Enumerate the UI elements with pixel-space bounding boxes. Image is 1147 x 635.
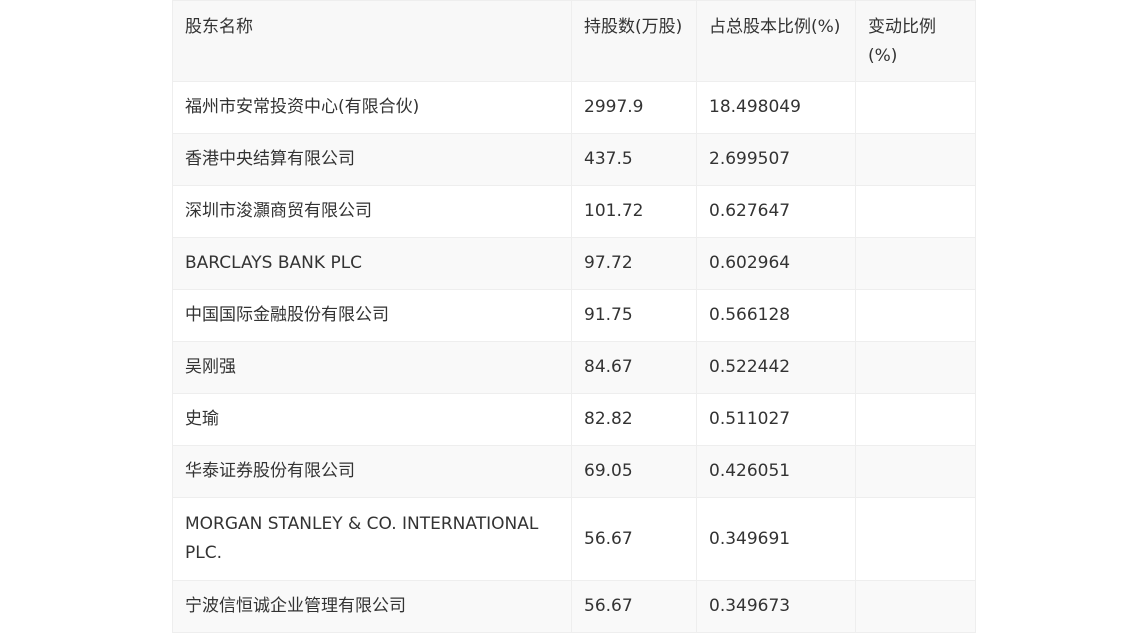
header-shareholder-name: 股东名称 [172,0,572,82]
cell-change-ratio [855,341,976,394]
cell-shareholder-name: 福州市安常投资中心(有限合伙) [172,81,572,134]
cell-change-ratio [855,289,976,342]
table-row: 史瑜 82.82 0.511027 [172,393,976,446]
cell-shareholder-name: 史瑜 [172,393,572,446]
cell-share-ratio: 2.699507 [696,133,856,186]
cell-shareholder-name: 深圳市浚灝商贸有限公司 [172,185,572,238]
cell-shares-held: 101.72 [571,185,697,238]
cell-change-ratio [855,497,976,581]
cell-share-ratio: 0.602964 [696,237,856,290]
table-row: 福州市安常投资中心(有限合伙) 2997.9 18.498049 [172,81,976,134]
cell-shareholder-name: MORGAN STANLEY & CO. INTERNATIONAL PLC. [172,497,572,581]
cell-shareholder-name: 华泰证券股份有限公司 [172,445,572,498]
cell-share-ratio: 0.566128 [696,289,856,342]
cell-change-ratio [855,393,976,446]
cell-shares-held: 91.75 [571,289,697,342]
cell-shares-held: 97.72 [571,237,697,290]
cell-change-ratio [855,580,976,633]
table-row: 吴刚强 84.67 0.522442 [172,341,976,394]
shareholder-table-container: 股东名称 持股数(万股) 占总股本比例(%) 变动比例(%) 福州市安常投资中心… [172,0,976,633]
cell-share-ratio: 0.426051 [696,445,856,498]
table-header-row: 股东名称 持股数(万股) 占总股本比例(%) 变动比例(%) [172,0,976,82]
shareholder-table: 股东名称 持股数(万股) 占总股本比例(%) 变动比例(%) 福州市安常投资中心… [172,0,976,633]
header-share-ratio: 占总股本比例(%) [696,0,856,82]
table-row: 深圳市浚灝商贸有限公司 101.72 0.627647 [172,185,976,238]
header-shares-held: 持股数(万股) [571,0,697,82]
table-row: 宁波信恒诚企业管理有限公司 56.67 0.349673 [172,580,976,633]
cell-shares-held: 56.67 [571,580,697,633]
cell-share-ratio: 0.522442 [696,341,856,394]
cell-shareholder-name: 中国国际金融股份有限公司 [172,289,572,342]
cell-change-ratio [855,185,976,238]
cell-share-ratio: 0.349691 [696,497,856,581]
table-row: 香港中央结算有限公司 437.5 2.699507 [172,133,976,186]
cell-shares-held: 84.67 [571,341,697,394]
cell-share-ratio: 0.627647 [696,185,856,238]
cell-share-ratio: 18.498049 [696,81,856,134]
cell-change-ratio [855,133,976,186]
cell-change-ratio [855,81,976,134]
cell-share-ratio: 0.511027 [696,393,856,446]
cell-share-ratio: 0.349673 [696,580,856,633]
cell-shares-held: 69.05 [571,445,697,498]
cell-shares-held: 437.5 [571,133,697,186]
cell-shareholder-name: 吴刚强 [172,341,572,394]
cell-change-ratio [855,237,976,290]
cell-shareholder-name: 宁波信恒诚企业管理有限公司 [172,580,572,633]
header-change-ratio: 变动比例(%) [855,0,976,82]
cell-shareholder-name: 香港中央结算有限公司 [172,133,572,186]
cell-change-ratio [855,445,976,498]
table-row: BARCLAYS BANK PLC 97.72 0.602964 [172,237,976,290]
cell-shareholder-name: BARCLAYS BANK PLC [172,237,572,290]
cell-shares-held: 2997.9 [571,81,697,134]
table-row: 华泰证券股份有限公司 69.05 0.426051 [172,445,976,498]
cell-shares-held: 56.67 [571,497,697,581]
table-row: MORGAN STANLEY & CO. INTERNATIONAL PLC. … [172,497,976,581]
table-row: 中国国际金融股份有限公司 91.75 0.566128 [172,289,976,342]
cell-shares-held: 82.82 [571,393,697,446]
